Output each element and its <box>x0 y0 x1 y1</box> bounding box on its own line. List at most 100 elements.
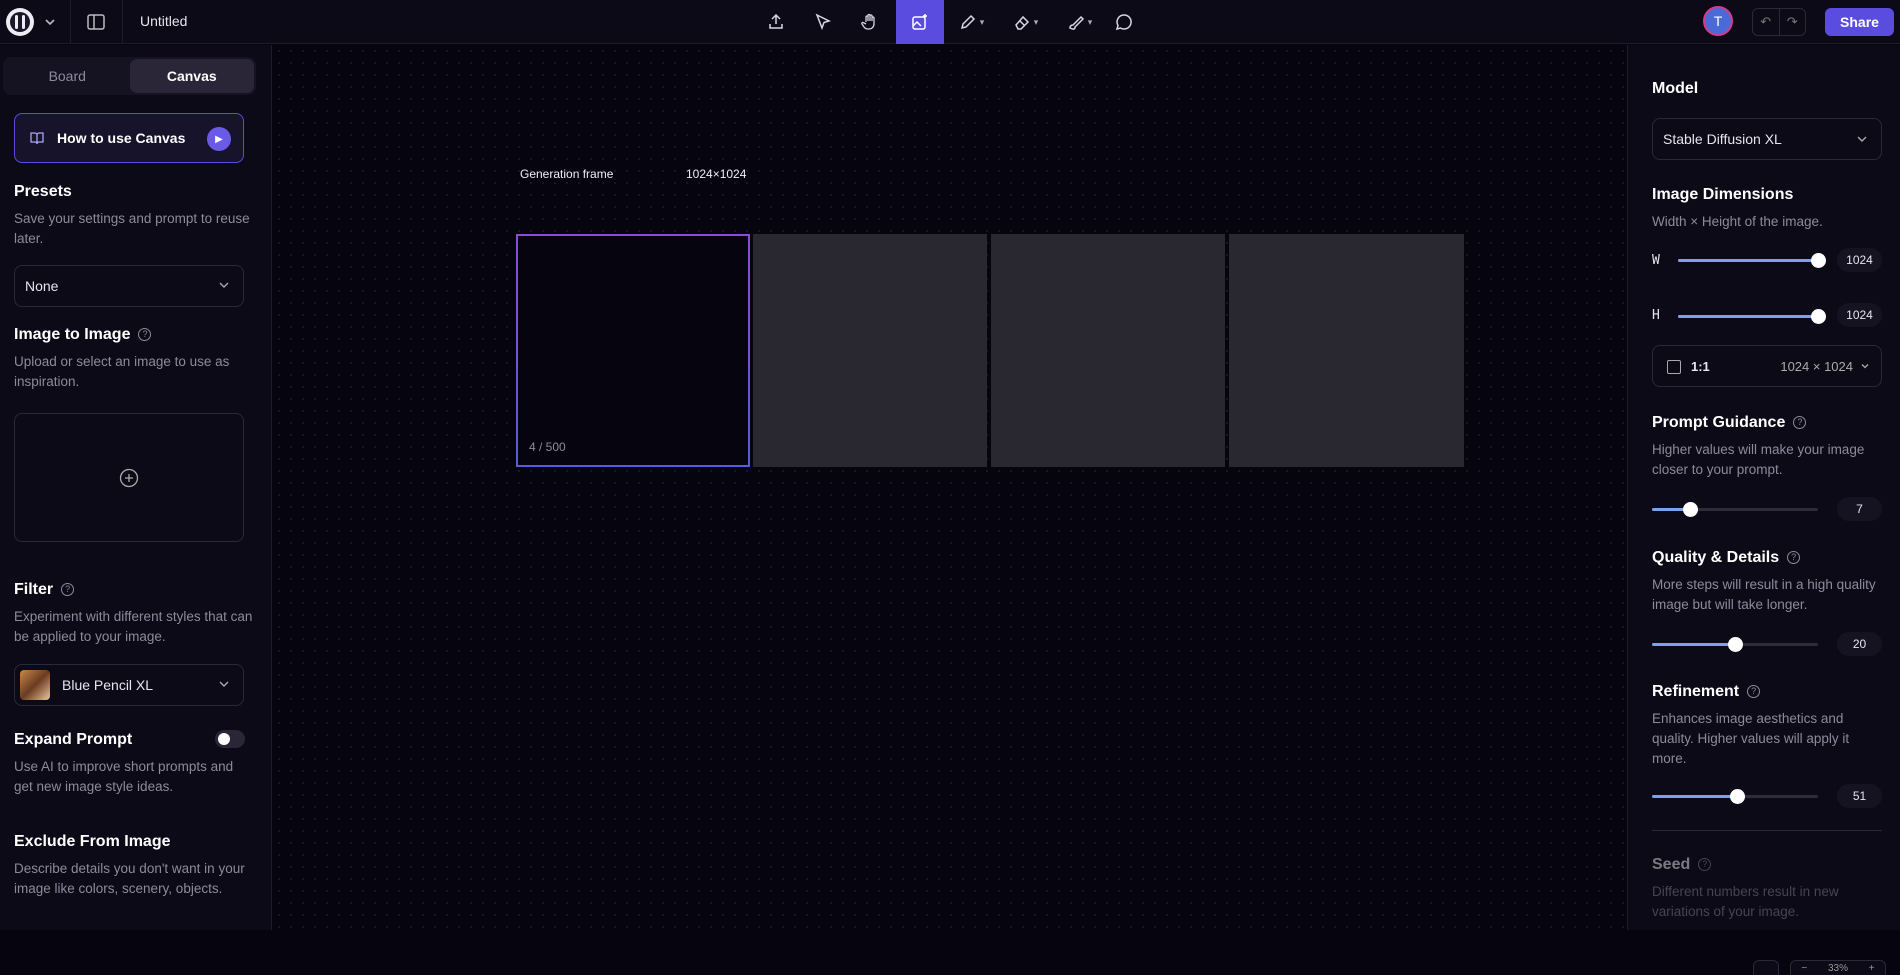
help-icon[interactable]: ? <box>138 328 152 342</box>
app-logo-icon[interactable] <box>6 8 34 36</box>
slider-thumb[interactable] <box>1811 309 1826 324</box>
generated-image-slot[interactable] <box>991 234 1225 467</box>
share-button[interactable]: Share <box>1825 8 1894 36</box>
width-value[interactable]: 1024 <box>1837 248 1882 272</box>
slider-thumb[interactable] <box>1811 253 1826 268</box>
chevron-down-icon: ▾ <box>1033 16 1039 27</box>
document-title[interactable]: Untitled <box>140 13 187 29</box>
frame-count: 4 / 500 <box>529 440 566 454</box>
generated-image-slot[interactable] <box>753 234 987 467</box>
image-upload-dropzone[interactable] <box>14 413 244 542</box>
filter-select[interactable]: Blue Pencil XL <box>14 664 244 706</box>
slider-thumb[interactable] <box>1729 789 1745 804</box>
quality-value[interactable]: 20 <box>1837 632 1882 656</box>
help-icon[interactable]: ? <box>61 583 75 597</box>
width-label: W <box>1652 253 1660 268</box>
sidebar-toggle-icon[interactable] <box>85 11 107 33</box>
quality-title: Quality & Details? <box>1652 549 1801 567</box>
filter-desc: Experiment with different styles that ca… <box>14 609 253 644</box>
chevron-down-icon: ▾ <box>979 16 985 27</box>
select-tool[interactable] <box>801 0 845 44</box>
expand-prompt-toggle[interactable] <box>215 730 245 748</box>
image-to-image-label: Image to Image <box>14 326 131 343</box>
generation-frame-label: Generation frame <box>520 167 614 181</box>
filter-thumbnail <box>20 670 50 700</box>
image-dimensions-title: Image Dimensions <box>1652 186 1794 203</box>
top-bar: Untitled ▾ ▾ ▾ T ↶ ↷ Share <box>0 0 1900 44</box>
fit-view-button[interactable] <box>1753 960 1779 975</box>
model-value: Stable Diffusion XL <box>1663 131 1782 147</box>
height-value[interactable]: 1024 <box>1837 303 1882 327</box>
user-avatar[interactable]: T <box>1703 6 1733 36</box>
prompt-guidance-label: Prompt Guidance <box>1652 414 1786 431</box>
help-icon[interactable]: ? <box>1793 416 1807 430</box>
slider-fill <box>1678 315 1818 318</box>
chevron-down-icon <box>219 681 229 687</box>
aspect-ratio-select[interactable]: 1:1 1024 × 1024 <box>1652 345 1882 387</box>
zoom-out-button[interactable]: − <box>1801 963 1807 974</box>
brush-tool[interactable]: ▾ <box>1056 0 1102 44</box>
aspect-ratio-icon <box>1667 360 1681 374</box>
hand-icon <box>861 13 875 30</box>
refinement-label: Refinement <box>1652 683 1740 700</box>
prompt-guidance-title: Prompt Guidance? <box>1652 414 1807 432</box>
refinement-slider[interactable] <box>1652 789 1818 804</box>
comment-tool[interactable] <box>1102 0 1146 44</box>
undo-redo-group: ↶ ↷ <box>1752 8 1806 36</box>
zoom-level[interactable]: 33% <box>1828 963 1848 974</box>
chevron-down-icon <box>1861 364 1869 369</box>
prompt-guidance-value[interactable]: 7 <box>1837 497 1882 521</box>
chevron-down-icon[interactable] <box>40 12 60 32</box>
slider-thumb[interactable] <box>1683 502 1699 517</box>
height-label: H <box>1652 308 1660 323</box>
width-slider[interactable] <box>1678 253 1826 268</box>
filter-label: Filter <box>14 581 54 598</box>
generation-frame-size: 1024×1024 <box>686 167 747 181</box>
generated-image-slot[interactable] <box>1229 234 1464 467</box>
image-to-image-desc: Upload or select an image to use as insp… <box>14 354 230 389</box>
quality-label: Quality & Details <box>1652 549 1780 566</box>
image-generate-tool[interactable] <box>896 0 944 44</box>
quality-slider[interactable] <box>1652 637 1818 652</box>
exclude-title: Exclude From Image <box>14 833 171 850</box>
how-to-use-canvas-button[interactable]: How to use Canvas ▶ <box>14 113 244 163</box>
eraser-tool[interactable]: ▾ <box>1002 0 1048 44</box>
upload-tool[interactable] <box>754 0 798 44</box>
mode-tabs: Board Canvas <box>3 57 256 95</box>
hand-tool[interactable] <box>848 0 892 44</box>
help-icon[interactable]: ? <box>1747 685 1761 699</box>
refinement-title: Refinement? <box>1652 683 1761 701</box>
generation-frame[interactable]: 4 / 500 <box>516 234 750 467</box>
seed-label: Seed <box>1652 856 1691 873</box>
pencil-tool[interactable]: ▾ <box>948 0 994 44</box>
select-icon <box>815 13 832 31</box>
seed-desc: Different numbers result in new variatio… <box>1652 884 1839 919</box>
canvas-area[interactable]: Generation frame 1024×1024 4 / 500 − 33%… <box>273 45 1886 975</box>
presets-select[interactable]: None <box>14 265 244 307</box>
zoom-in-button[interactable]: + <box>1869 963 1875 974</box>
image-dimensions-desc: Width × Height of the image. <box>1652 214 1823 229</box>
comment-icon <box>1115 14 1132 31</box>
prompt-guidance-slider[interactable] <box>1652 502 1818 517</box>
undo-icon[interactable]: ↶ <box>1753 9 1780 35</box>
exclude-desc: Describe details you don't want in your … <box>14 861 245 896</box>
help-icon[interactable]: ? <box>1698 858 1712 872</box>
slider-fill <box>1678 259 1818 262</box>
chevron-down-icon: ▾ <box>1087 16 1093 27</box>
refinement-value[interactable]: 51 <box>1837 784 1882 808</box>
tab-canvas[interactable]: Canvas <box>129 59 254 93</box>
aspect-ratio-dims: 1024 × 1024 <box>1780 359 1853 374</box>
model-select[interactable]: Stable Diffusion XL <box>1652 118 1882 160</box>
help-icon[interactable]: ? <box>1787 551 1801 565</box>
aspect-ratio-value: 1:1 <box>1691 359 1710 374</box>
redo-icon[interactable]: ↷ <box>1780 9 1806 35</box>
eraser-icon <box>1014 15 1029 30</box>
tab-board[interactable]: Board <box>5 59 130 93</box>
slider-thumb[interactable] <box>1728 637 1743 652</box>
upload-icon <box>769 13 783 29</box>
slider-fill <box>1652 795 1737 798</box>
presets-value: None <box>25 278 59 294</box>
chevron-down-icon <box>219 282 229 288</box>
prompt-guidance-desc: Higher values will make your image close… <box>1652 442 1865 477</box>
height-slider[interactable] <box>1678 309 1826 324</box>
